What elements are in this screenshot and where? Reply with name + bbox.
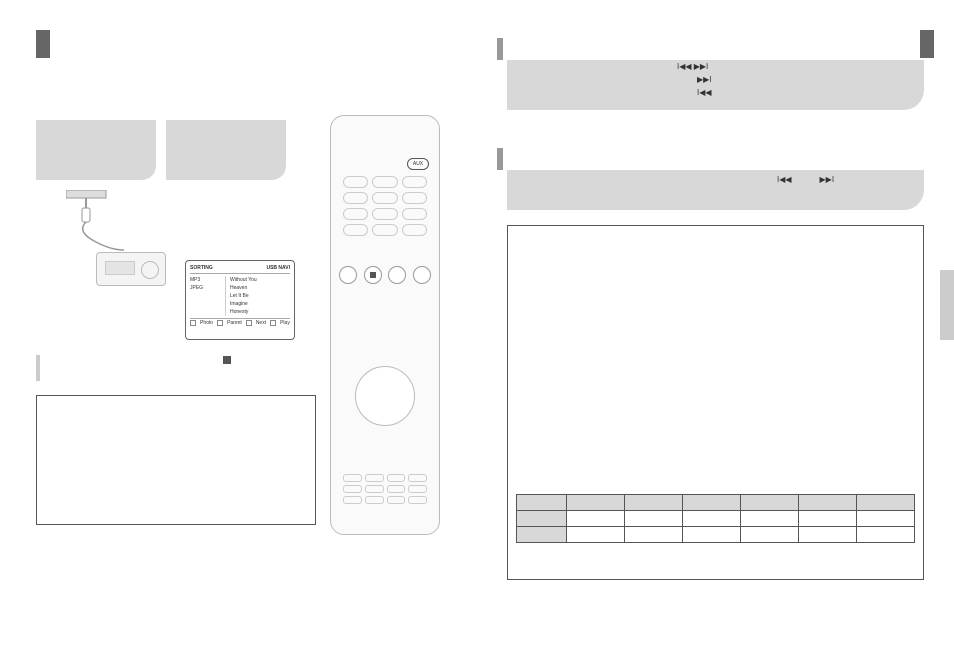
instruction-block-2 — [507, 170, 924, 210]
remote-keypad — [343, 176, 427, 236]
screen-header-left: SORTING — [190, 265, 213, 271]
instruction-block-1 — [507, 60, 924, 110]
table-row — [517, 511, 915, 527]
note-box-right — [507, 225, 924, 580]
key-3[interactable] — [402, 176, 427, 188]
key-blank[interactable] — [343, 224, 368, 236]
spec-table — [516, 494, 915, 543]
stop-button[interactable] — [364, 266, 382, 284]
screen-left-item: JPEG — [190, 284, 225, 292]
footer-icon — [217, 320, 223, 326]
remote-bottom-buttons — [343, 474, 427, 504]
key-4[interactable] — [343, 192, 368, 204]
page-tab-left — [36, 30, 50, 58]
screen-right-item: Honesty — [230, 308, 290, 316]
section-bar — [497, 38, 503, 60]
stop-icon — [222, 355, 232, 365]
onscreen-menu: SORTING USB NAVI MP3 JPEG Without You He… — [185, 260, 295, 340]
step-boxes — [36, 120, 286, 180]
key-9[interactable] — [402, 208, 427, 220]
key-7[interactable] — [343, 208, 368, 220]
section-bar — [497, 148, 503, 170]
note-box-left — [36, 395, 316, 525]
key-8[interactable] — [372, 208, 397, 220]
screen-right-item: Heaven — [230, 284, 290, 292]
prev-button[interactable] — [339, 266, 357, 284]
aux-button[interactable]: AUX — [407, 158, 429, 170]
skip-prev-icon: I◀◀ — [697, 88, 712, 97]
screen-header-right: USB NAVI — [266, 265, 290, 271]
key-5[interactable] — [372, 192, 397, 204]
key-1[interactable] — [343, 176, 368, 188]
key-0[interactable] — [372, 224, 397, 236]
dpad[interactable] — [355, 366, 415, 426]
screen-right-item: Imagine — [230, 300, 290, 308]
screen-left-item: MP3 — [190, 276, 225, 284]
footer-icon — [270, 320, 276, 326]
skip-prev-icon: I◀◀ — [777, 175, 792, 184]
mp3-player-icon — [96, 252, 166, 286]
step-1-box — [36, 120, 156, 180]
skip-icons: I◀◀ ▶▶I — [677, 62, 708, 71]
screen-right-item: Let It Be — [230, 292, 290, 300]
footer-icon — [190, 320, 196, 326]
remote-control: AUX — [330, 115, 440, 535]
skip-next-icon: ▶▶I — [820, 175, 835, 184]
section-bar — [36, 355, 40, 381]
key-blank[interactable] — [402, 224, 427, 236]
table-row — [517, 527, 915, 543]
side-tab — [940, 270, 954, 340]
play-pause-button[interactable] — [388, 266, 406, 284]
usb-device-illustration — [36, 190, 166, 300]
usb-cable-icon — [66, 190, 126, 260]
screen-right-item: Without You — [230, 276, 290, 284]
key-6[interactable] — [402, 192, 427, 204]
skip-next-icon: ▶▶I — [697, 75, 712, 84]
next-button[interactable] — [413, 266, 431, 284]
page-tab-right — [920, 30, 934, 58]
key-2[interactable] — [372, 176, 397, 188]
step-2-box — [166, 120, 286, 180]
skip-prev-next-icon: I◀◀ ▶▶I — [677, 62, 708, 71]
footer-icon — [246, 320, 252, 326]
playback-row — [339, 266, 431, 284]
